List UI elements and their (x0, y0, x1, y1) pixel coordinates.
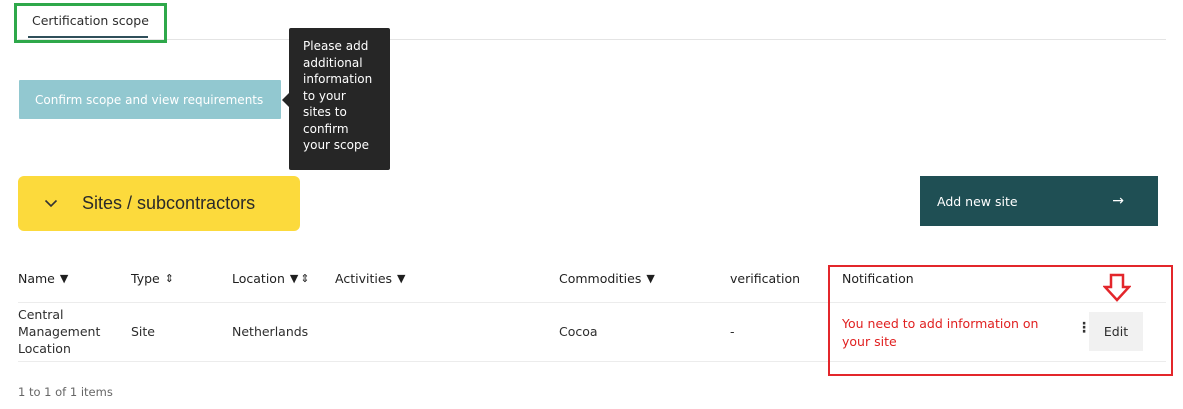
table-cell-verification: - (730, 324, 735, 339)
column-header-activities: Activities ▼ (335, 271, 406, 286)
filter-icon[interactable]: ▼ (60, 272, 68, 285)
highlight-box-green (14, 3, 167, 43)
arrow-down-annotation-icon (1102, 273, 1132, 307)
filter-icon[interactable]: ▼ (290, 272, 298, 285)
confirm-scope-button[interactable]: Confirm scope and view requirements (19, 80, 281, 119)
table-cell-location: Netherlands (232, 324, 309, 339)
column-header-verification: verification (730, 271, 801, 286)
tooltip-line: additional (303, 55, 363, 70)
add-new-site-button[interactable]: Add new site → (920, 176, 1158, 226)
sort-icon[interactable]: ⇕ (300, 272, 309, 285)
table-cell-type: Site (131, 324, 155, 339)
column-header-name: Name ▼ (18, 271, 69, 286)
arrow-right-icon: → (1112, 193, 1124, 209)
column-header-type: Type ⇕ (131, 271, 174, 286)
confirm-scope-tooltip: Please add additional information to you… (289, 28, 390, 170)
pagination-info: 1 to 1 of 1 items (18, 385, 113, 399)
tab-bar-divider (18, 39, 1166, 40)
sort-icon[interactable]: ⇕ (165, 272, 174, 285)
filter-icon[interactable]: ▼ (397, 272, 405, 285)
section-title: Sites / subcontractors (82, 193, 256, 213)
filter-icon[interactable]: ▼ (646, 272, 654, 285)
add-new-site-label: Add new site (937, 193, 1018, 209)
chevron-down-icon (42, 195, 60, 213)
confirm-scope-button-label: Confirm scope and view requirements (35, 92, 264, 107)
sites-subcontractors-toggle[interactable]: Sites / subcontractors (18, 176, 300, 231)
table-cell-commodities: Cocoa (559, 324, 598, 339)
tooltip-line: confirm (303, 121, 349, 136)
column-header-location: Location ▼ ⇕ (232, 271, 310, 286)
tooltip-line: sites to (303, 105, 347, 119)
tooltip-line: your scope (303, 138, 369, 152)
column-header-commodities: Commodities ▼ (559, 271, 655, 286)
table-row-name: Central Management Location (18, 307, 101, 356)
tooltip-line: to your (303, 88, 346, 103)
tooltip-line: Please add (303, 39, 369, 53)
tooltip-arrow (282, 93, 289, 107)
tooltip-line: information (303, 72, 373, 86)
